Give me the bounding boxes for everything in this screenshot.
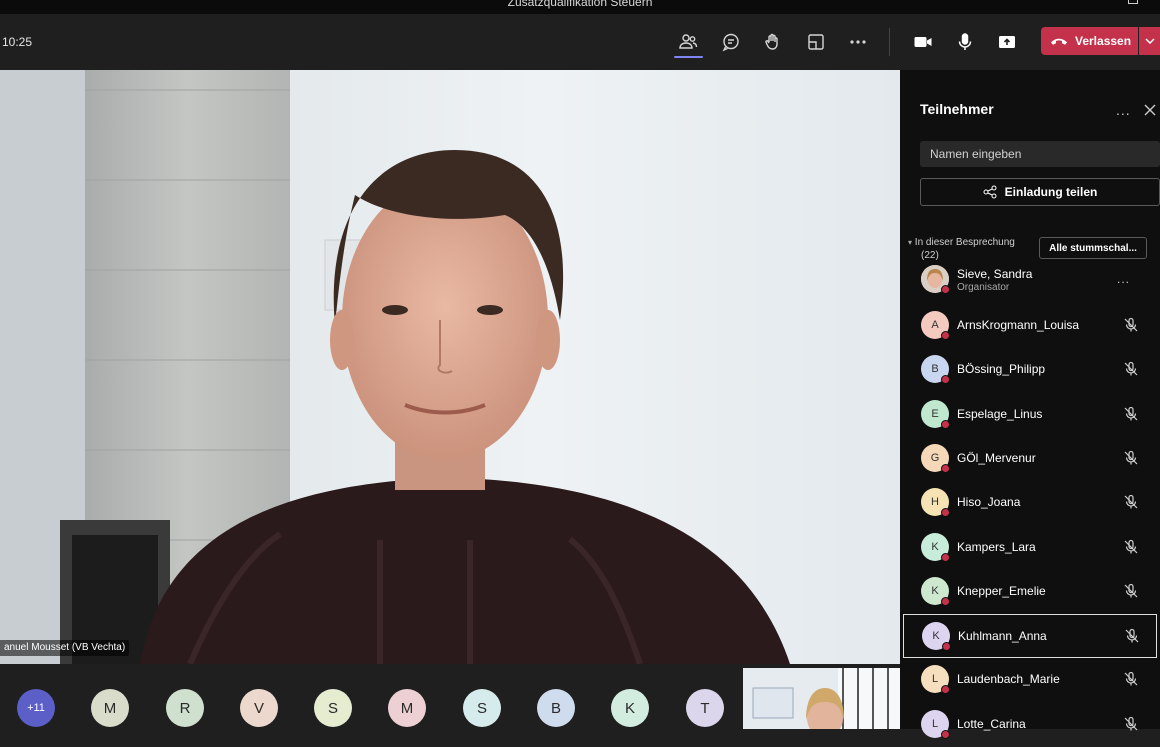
participant-row[interactable]: K Kuhlmann_Anna [903,614,1157,659]
participant-name: Kampers_Lara [957,539,1036,554]
participant-name: Kuhlmann_Anna [958,629,1047,644]
title-bar: Zusatzqualifikation Steuern [0,0,1160,14]
leave-options-button[interactable] [1139,27,1160,55]
mic-muted-icon[interactable] [1123,539,1139,560]
mute-all-button[interactable]: Alle stummschal... [1039,237,1147,259]
mic-muted-icon[interactable] [1123,671,1139,692]
mic-icon[interactable] [951,28,979,56]
participant-role: Organisator [957,282,1010,293]
strip-avatar[interactable]: B [537,689,575,727]
participant-name: Hiso_Joana [957,495,1021,510]
speaker-name-tag: anuel Mousset (VB Vechta) [0,640,130,656]
participant-row[interactable]: G GÖl_Mervenur [903,437,1157,481]
participant-row-organizer[interactable]: Sieve, Sandra Organisator ... [903,260,1157,304]
phone-hangup-icon [1051,38,1067,45]
panel-more-icon[interactable]: ... [1116,102,1131,118]
participant-row[interactable]: A ArnsKrogmann_Louisa [903,304,1157,348]
participant-name: Espelage_Linus [957,406,1043,421]
more-icon[interactable] [844,28,872,56]
strip-avatar[interactable]: R [166,689,204,727]
mic-muted-icon[interactable] [1123,716,1139,737]
strip-avatar[interactable]: S [463,689,501,727]
participants-panel: Teilnehmer ... Namen eingeben Einladung … [900,70,1160,739]
strip-avatar[interactable]: M [91,689,129,727]
status-dot [941,419,950,429]
panel-title: Teilnehmer [920,101,994,117]
more-participants-button[interactable]: +11 [17,689,55,727]
participant-name: Sieve, Sandra [957,267,1033,281]
participant-row[interactable]: B BÖssing_Philipp [903,348,1157,392]
participant-name: GÖl_Mervenur [957,450,1036,465]
status-dot [941,508,950,518]
status-dot [941,729,950,739]
participant-more-icon[interactable]: ... [1117,272,1130,286]
rooms-icon[interactable] [802,28,830,56]
status-dot [941,685,950,695]
toolbar-divider [889,28,890,56]
share-screen-icon[interactable] [993,28,1021,56]
leave-label: Verlassen [1075,34,1132,48]
strip-avatar[interactable]: T [686,689,724,727]
strip-avatar[interactable]: K [611,689,649,727]
share-invite-button[interactable]: Einladung teilen [920,178,1160,206]
mic-muted-icon[interactable] [1124,628,1140,649]
participant-row[interactable]: H Hiso_Joana [903,481,1157,525]
status-dot [941,552,950,562]
meeting-toolbar: 10:25 Verlassen [0,14,1160,70]
status-dot [941,331,950,340]
meeting-timer: 10:25 [2,35,33,49]
meeting-section-header[interactable]: ▾ In dieser Besprechung (22) [908,236,1015,262]
people-icon[interactable] [674,28,702,56]
chevron-down-icon [1144,38,1155,44]
strip-avatar[interactable]: M [388,689,426,727]
participant-row[interactable]: L Lotte_Carina [903,703,1157,747]
participant-name: ArnsKrogmann_Louisa [957,318,1080,332]
participant-row[interactable]: L Laudenbach_Marie [903,658,1157,702]
section-label: In dieser Besprechung [914,237,1015,248]
mic-muted-icon[interactable] [1123,450,1139,471]
mic-muted-icon[interactable] [1123,361,1139,382]
participant-row[interactable]: E Espelage_Linus [903,393,1157,437]
self-view-frame [743,668,900,729]
invite-label: Einladung teilen [1004,185,1098,199]
mic-muted-icon[interactable] [1123,317,1139,338]
close-icon[interactable] [1144,104,1156,116]
camera-icon[interactable] [909,28,937,56]
status-dot [941,596,950,606]
self-view-thumbnail[interactable] [743,668,900,729]
participant-name: BÖssing_Philipp [957,362,1046,377]
raise-hand-icon[interactable] [759,28,787,56]
share-icon [983,185,997,199]
participant-name: Laudenbach_Marie [957,672,1060,687]
main-video [0,70,900,664]
participant-row[interactable]: K Kampers_Lara [903,526,1157,570]
active-tab-indicator [674,56,703,58]
chat-icon[interactable] [717,28,745,56]
window-title: Zusatzqualifikation Steuern [507,0,653,9]
chevron-down-icon: ▾ [908,238,913,247]
window-restore-icon[interactable] [1128,0,1138,4]
participant-row[interactable]: K Knepper_Emelie [903,570,1157,614]
search-input[interactable]: Namen eingeben [920,141,1160,167]
mic-muted-icon[interactable] [1123,406,1139,427]
participant-name: Knepper_Emelie [957,583,1046,598]
status-dot [941,463,950,473]
mic-muted-icon[interactable] [1123,583,1139,604]
speaker-video-frame [0,70,900,664]
leave-button[interactable]: Verlassen [1041,27,1138,55]
mic-muted-icon[interactable] [1123,494,1139,515]
strip-avatar[interactable]: S [314,689,352,727]
status-dot [941,285,950,294]
status-dot [941,375,950,385]
strip-avatar[interactable]: V [240,689,278,727]
status-dot [942,642,951,652]
